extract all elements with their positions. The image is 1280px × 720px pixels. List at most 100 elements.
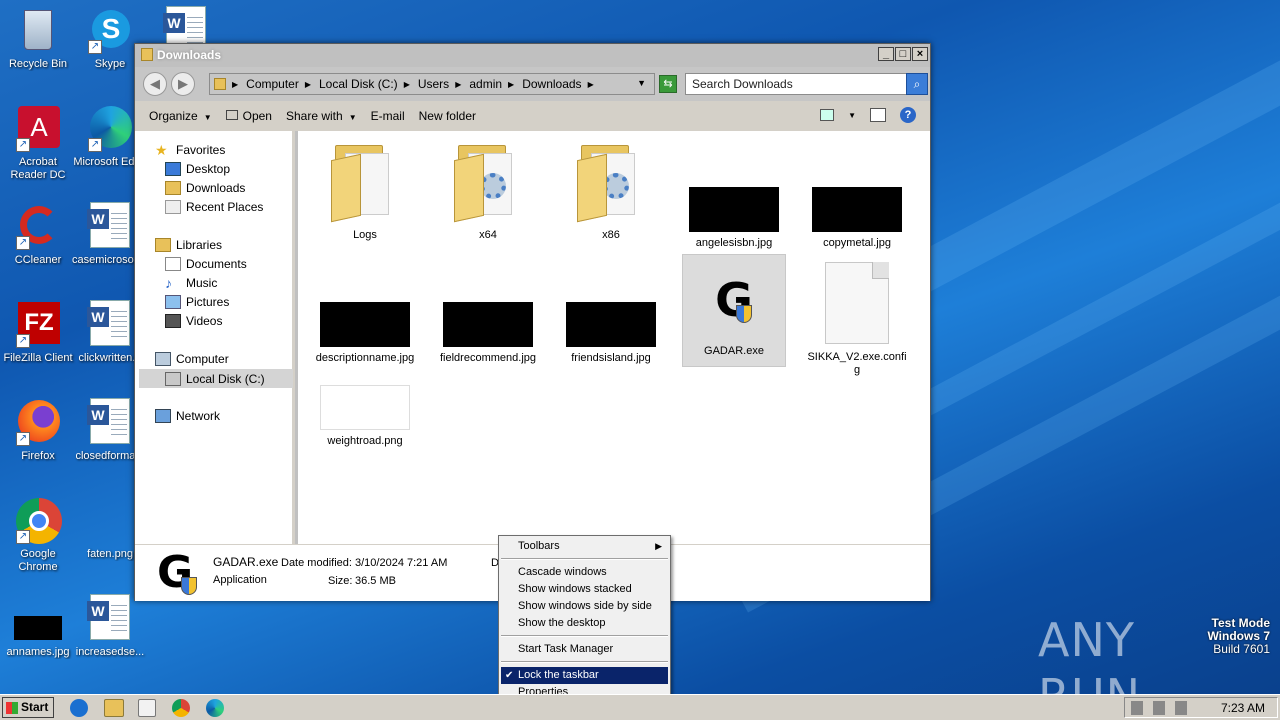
desktop-icon-chrome[interactable]: ↗ Google Chrome (0, 496, 76, 574)
nav-local-disk[interactable]: Local Disk (C:) (139, 369, 293, 388)
maximize-button[interactable]: □ (895, 47, 911, 61)
address-bar-area: ◀ ▶ ▶ Computer ▶ Local Disk (C:) ▶ Users… (135, 67, 930, 101)
menu-separator (501, 558, 668, 560)
window-title: Downloads (157, 48, 222, 62)
breadcrumb-local-disk[interactable]: Local Disk (C:) (319, 77, 398, 91)
preview-pane-icon[interactable] (870, 108, 886, 122)
breadcrumb-admin[interactable]: admin (469, 77, 502, 91)
nav-pictures[interactable]: Pictures (165, 295, 229, 309)
explorer-window[interactable]: Downloads _ □ × ◀ ▶ ▶ Computer ▶ Local D… (134, 43, 931, 601)
desktop-icon-image[interactable]: annames.jpg (0, 594, 76, 659)
image-thumbnail (566, 302, 656, 347)
menu-item-label: Toolbars (518, 540, 560, 552)
search-input[interactable]: Search Downloads (685, 73, 907, 95)
nav-network[interactable]: Network (155, 409, 220, 423)
desktop-icon-recycle-bin[interactable]: Recycle Bin (0, 6, 76, 71)
action-center-flag-icon[interactable] (1175, 701, 1187, 715)
nav-favorites[interactable]: ★ Favorites (155, 143, 225, 157)
nav-libraries[interactable]: Libraries (155, 238, 222, 252)
file-item[interactable]: x64 (436, 139, 540, 242)
file-item[interactable]: Logs (313, 139, 417, 242)
menu-item-cascade[interactable]: Cascade windows (501, 564, 668, 581)
nav-label: Videos (186, 314, 223, 328)
clock[interactable]: 7:23 AM (1221, 701, 1265, 715)
refresh-icon[interactable]: ⇆ (659, 75, 677, 93)
nav-music[interactable]: ♪ Music (165, 276, 217, 290)
folder-icon (214, 78, 226, 90)
recent-places-icon (165, 200, 181, 214)
organize-button[interactable]: Organize ▼ (149, 109, 212, 123)
menu-item-label: Lock the taskbar (518, 669, 599, 681)
menu-item-stacked[interactable]: Show windows stacked (501, 581, 668, 598)
network-tray-icon[interactable] (1153, 701, 1165, 715)
forward-button[interactable]: ▶ (171, 72, 195, 96)
nav-videos[interactable]: Videos (165, 314, 222, 328)
desktop-icon-acrobat[interactable]: A ↗ Acrobat Reader DC (0, 104, 76, 182)
breadcrumb-downloads[interactable]: Downloads (522, 77, 581, 91)
breadcrumb-computer[interactable]: Computer (246, 77, 299, 91)
file-item[interactable]: weightroad.png (313, 385, 417, 448)
share-with-button[interactable]: Share with ▼ (286, 109, 357, 123)
nav-documents[interactable]: Documents (165, 257, 247, 271)
email-button[interactable]: E-mail (371, 109, 405, 123)
internet-explorer-icon[interactable] (70, 699, 88, 717)
volume-icon[interactable] (1131, 701, 1143, 715)
nav-recent-places[interactable]: Recent Places (165, 200, 263, 214)
image-thumbnail (320, 302, 410, 347)
desktop-icon-word-doc[interactable]: increasedse... (72, 594, 148, 659)
file-item[interactable]: descriptionname.jpg (313, 302, 417, 365)
minimize-button[interactable]: _ (878, 47, 894, 61)
menu-item-lock-taskbar[interactable]: ✔ Lock the taskbar (501, 667, 668, 684)
menu-item-toolbars[interactable]: Toolbars ▶ (501, 538, 668, 555)
open-button[interactable]: Open (225, 109, 272, 123)
file-item[interactable]: x86 (559, 139, 663, 242)
help-icon[interactable]: ? (900, 107, 916, 123)
title-bar[interactable]: Downloads _ □ × (135, 44, 930, 66)
menu-item-side-by-side[interactable]: Show windows side by side (501, 598, 668, 615)
file-name: Logs (353, 229, 377, 241)
nav-desktop[interactable]: Desktop (165, 162, 230, 176)
file-explorer-icon[interactable] (104, 699, 124, 717)
menu-item-task-manager[interactable]: Start Task Manager (501, 641, 668, 658)
file-item[interactable]: SIKKA_V2.exe.config (805, 262, 909, 377)
nav-label: Network (176, 409, 221, 423)
start-label: Start (21, 700, 49, 714)
new-folder-button[interactable]: New folder (419, 109, 476, 123)
pictures-icon (165, 295, 181, 309)
chrome-icon[interactable] (172, 699, 190, 717)
taskbar[interactable]: Start 7:23 AM (0, 694, 1280, 720)
chevron-right-icon: ▶ (587, 79, 594, 89)
details-modified-label: Date modified: (281, 557, 352, 569)
close-button[interactable]: × (912, 47, 928, 61)
desktop-icon-ccleaner[interactable]: ↗ CCleaner (0, 202, 76, 267)
image-thumbnail (812, 187, 902, 232)
search-icon[interactable]: ⌕ (906, 73, 928, 95)
nav-downloads[interactable]: Downloads (165, 181, 245, 195)
word-doc-icon (86, 202, 134, 250)
address-box[interactable]: ▶ Computer ▶ Local Disk (C:) ▶ Users ▶ a… (209, 73, 655, 95)
edge-icon[interactable] (206, 699, 224, 717)
chevron-down-icon[interactable]: ▼ (848, 111, 856, 120)
media-player-icon[interactable] (138, 699, 156, 717)
word-doc-icon (86, 398, 134, 446)
nav-computer[interactable]: Computer (155, 352, 229, 366)
file-item[interactable]: fieldrecommend.jpg (436, 302, 540, 365)
file-item[interactable]: friendsisland.jpg (559, 302, 663, 365)
desktop-icon-filezilla[interactable]: FZ ↗ FileZilla Client (0, 300, 76, 365)
menu-item-show-desktop[interactable]: Show the desktop (501, 615, 668, 632)
file-item[interactable]: copymetal.jpg (805, 187, 909, 250)
desktop-icon-label: Google Chrome (18, 548, 58, 573)
chevron-down-icon: ▼ (203, 113, 212, 122)
change-view-icon[interactable] (820, 109, 835, 121)
music-icon: ♪ (165, 275, 172, 291)
breadcrumb-users[interactable]: Users (418, 77, 449, 91)
chevron-down-icon[interactable]: ▼ (637, 78, 646, 88)
file-name: angelesisbn.jpg (695, 237, 773, 249)
file-name: SIKKA_V2.exe.config (807, 351, 907, 376)
desktop-icon-firefox[interactable]: ↗ Firefox (0, 398, 76, 463)
back-button[interactable]: ◀ (143, 72, 167, 96)
document-icon (825, 262, 889, 344)
start-button[interactable]: Start (2, 697, 54, 718)
file-item-selected[interactable]: G GADAR.exe (682, 254, 786, 367)
file-item[interactable]: angelesisbn.jpg (682, 187, 786, 250)
